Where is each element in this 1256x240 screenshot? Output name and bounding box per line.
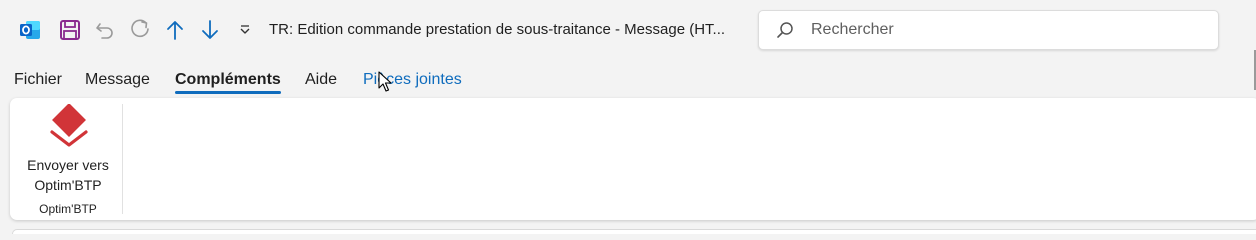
redo-icon[interactable] [127,17,153,43]
outlook-app-icon [17,17,43,43]
search-icon [776,21,794,44]
save-icon[interactable] [57,17,83,43]
tab-fichier[interactable]: Fichier [14,71,62,89]
send-to-optimbtp-label-line1: Envoyer vers [27,157,109,173]
tab-message[interactable]: Message [85,71,150,89]
previous-item-icon[interactable] [162,17,188,43]
ribbon-panel: Envoyer vers Optim'BTP Optim'BTP [10,98,1256,220]
search-placeholder: Rechercher [811,21,894,38]
send-to-optimbtp-button[interactable]: Envoyer vers Optim'BTP [18,102,118,194]
send-to-optimbtp-label-line2: Optim'BTP [34,177,102,193]
tab-aide[interactable]: Aide [305,71,337,89]
next-item-icon[interactable] [197,17,223,43]
title-bar: TR: Edition commande prestation de sous-… [0,0,1256,90]
ribbon-group-divider [122,104,123,214]
customize-toolbar-icon[interactable] [232,17,258,43]
message-pane-edge [12,229,1256,234]
search-box[interactable]: Rechercher [758,10,1219,50]
mouse-cursor-icon [378,71,392,98]
undo-icon[interactable] [92,17,118,43]
window-title: TR: Edition commande prestation de sous-… [269,21,726,38]
optimbtp-logo-icon [48,103,92,153]
send-to-optimbtp-label: Envoyer vers Optim'BTP [18,155,118,195]
ribbon-group-label: Optim'BTP [39,202,97,216]
tab-complements[interactable]: Compléments [175,71,281,94]
